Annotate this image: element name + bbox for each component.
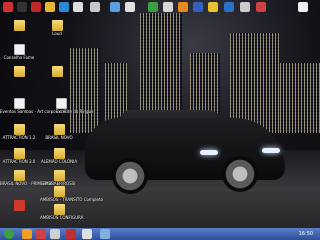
desktop-icon[interactable]: ALEMÃO COLÔNIA xyxy=(40,148,78,164)
desktop-icon[interactable]: BRASIL NOVO xyxy=(40,124,78,140)
top-icon-8[interactable] xyxy=(110,2,120,12)
desktop-icon-label: Eventos Sambas - Art corpo na Elite do R… xyxy=(0,109,94,114)
top-icon-6[interactable] xyxy=(73,2,83,12)
top-icon-16[interactable] xyxy=(240,2,250,12)
wallpaper-car-wheel xyxy=(112,158,148,194)
top-icon-5[interactable] xyxy=(59,2,69,12)
desktop-icon-label: ATTRACTION 3.0 xyxy=(2,159,36,164)
desktop-icon-label: ATTRACTION 1.2 xyxy=(2,135,36,140)
desktop-icon-label: ALEMÃO COLÔNIA xyxy=(40,159,78,164)
top-icon-1[interactable] xyxy=(3,2,13,12)
wallpaper-car-headlight xyxy=(262,148,280,153)
app-icon[interactable] xyxy=(100,229,110,239)
folder-icon xyxy=(53,148,65,159)
desktop-icon[interactable]: BRASIL NOVO - PRIMEIROS xyxy=(0,170,54,186)
top-icon-row xyxy=(0,0,320,16)
document-icon xyxy=(13,44,25,55)
wallpaper-car-wheel xyxy=(222,156,258,192)
desktop-icon[interactable]: EMBRAER/ROSSI xyxy=(40,170,78,186)
top-icon-7[interactable] xyxy=(90,2,100,12)
desktop-icon-label: AMBISOS CONFIGURA xyxy=(40,215,84,220)
folder-icon xyxy=(13,124,25,135)
top-icon-10[interactable] xyxy=(148,2,158,12)
taskbar-clock: 16:50 xyxy=(298,231,313,237)
top-icon-15[interactable] xyxy=(224,2,234,12)
folder-icon xyxy=(13,170,25,181)
folder-icon xyxy=(13,20,25,31)
desktop-icon-label: BRASIL NOVO xyxy=(45,135,73,140)
desktop-icon-label: Conselho Fome xyxy=(3,55,35,60)
desktop-icon[interactable] xyxy=(0,200,38,212)
start-icon[interactable] xyxy=(4,229,14,239)
desktop-icon-label: Excel xyxy=(55,109,67,114)
top-icon-13[interactable] xyxy=(193,2,203,12)
desktop-icon[interactable]: ATTRACTION 1.2 xyxy=(0,124,38,140)
opera-icon[interactable] xyxy=(36,229,46,239)
top-icon-3[interactable] xyxy=(31,2,41,12)
app-icon[interactable] xyxy=(82,229,92,239)
desktop-icon[interactable]: Conselho Fome xyxy=(0,44,38,60)
desktop-icon[interactable]: Loud xyxy=(38,20,76,36)
top-icon-9[interactable] xyxy=(125,2,135,12)
desktop-icon[interactable] xyxy=(0,20,38,32)
media-icon[interactable] xyxy=(50,229,60,239)
top-icon-4[interactable] xyxy=(45,2,55,12)
desktop-icon-label: AMBISOS - TRANSITO Completo xyxy=(40,197,103,202)
folder-icon xyxy=(53,124,65,135)
top-icon-17[interactable] xyxy=(256,2,266,12)
folder-icon xyxy=(53,170,65,181)
recycle-bin-icon[interactable] xyxy=(298,2,308,12)
top-icon-12[interactable] xyxy=(178,2,188,12)
folder-icon xyxy=(53,204,65,215)
desktop-icon[interactable] xyxy=(38,66,76,78)
document-icon xyxy=(55,98,67,109)
folder-icon xyxy=(51,20,63,31)
folder-icon xyxy=(13,148,25,159)
desktop-icon[interactable]: AMBISOS CONFIGURA xyxy=(40,204,84,220)
taskbar: 16:50 xyxy=(0,228,320,240)
desktop-icon[interactable] xyxy=(0,66,38,78)
desktop-icon[interactable]: Excel xyxy=(42,98,80,114)
document-icon xyxy=(13,98,25,109)
folder-icon xyxy=(51,66,63,77)
desktop-icon[interactable]: ATTRACTION 3.0 xyxy=(0,148,38,164)
desktop-icon[interactable]: Eventos Sambas - Art corpo na Elite do R… xyxy=(0,98,94,114)
desktop-icon[interactable]: AMBISOS - TRANSITO Completo xyxy=(40,186,103,202)
wallpaper-car-headlight xyxy=(200,150,218,155)
wallpaper-building xyxy=(280,63,320,133)
desktop-icon-label: BRASIL NOVO - PRIMEIROS xyxy=(0,181,54,186)
top-icon-2[interactable] xyxy=(17,2,27,12)
desktop-icon-label: Loud xyxy=(52,31,62,36)
app-icon xyxy=(13,200,25,211)
desktop-wallpaper: Loud Conselho Fome Eventos Sambas - Art … xyxy=(0,0,320,228)
folder-icon xyxy=(53,186,65,197)
app-icon[interactable] xyxy=(66,229,76,239)
wallpaper-building xyxy=(70,48,100,133)
top-icon-14[interactable] xyxy=(208,2,218,12)
ie-icon[interactable] xyxy=(22,229,32,239)
folder-icon xyxy=(13,66,25,77)
top-icon-11[interactable] xyxy=(163,2,173,12)
